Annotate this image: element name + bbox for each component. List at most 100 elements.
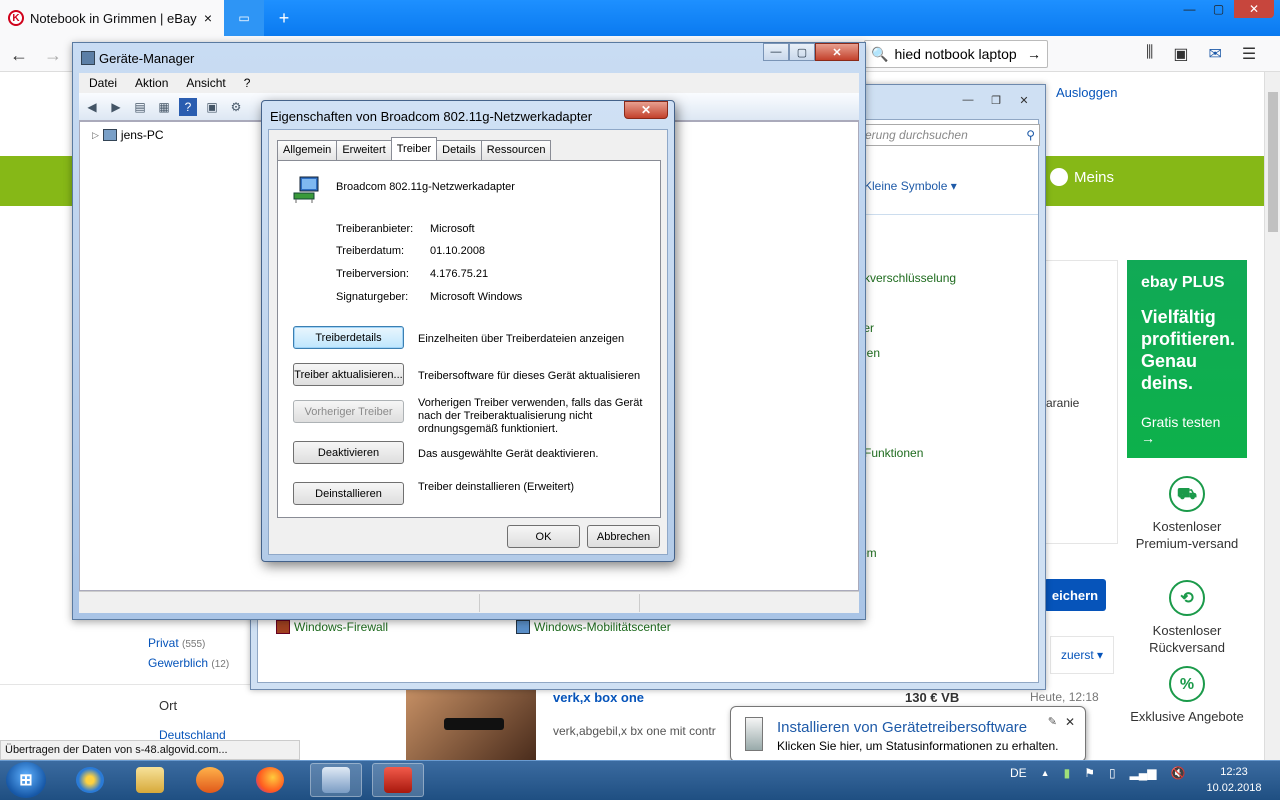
dialog-tabs: Allgemein Erweitert Treiber Details Ress…: [277, 137, 552, 160]
tab-details[interactable]: Details: [436, 140, 482, 160]
close-icon[interactable]: ✕: [815, 43, 859, 61]
language-indicator[interactable]: DE: [1010, 766, 1027, 780]
maximize-icon[interactable]: ▢: [789, 43, 815, 61]
device-manager-statusbar: [79, 591, 859, 613]
ebay-plus-cta[interactable]: Gratis testen →: [1141, 414, 1220, 446]
go-arrow-icon[interactable]: →: [1027, 46, 1041, 62]
tree-node-computer[interactable]: ▷ jens-PC: [92, 128, 164, 142]
listing-image[interactable]: [406, 690, 536, 760]
forward-icon[interactable]: ▶: [107, 98, 125, 116]
menu-help[interactable]: ?: [244, 76, 251, 90]
page-scrollbar[interactable]: [1264, 72, 1280, 760]
listing-date: Heute, 12:18: [1030, 690, 1099, 704]
taskbar-media-player[interactable]: [184, 763, 236, 797]
menu-aktion[interactable]: Aktion: [135, 76, 168, 90]
taskbar-toolbox[interactable]: [372, 763, 424, 797]
chevron-down-icon: ▾: [1097, 648, 1104, 662]
taskbar-explorer[interactable]: [124, 763, 176, 797]
disable-device-button[interactable]: Deaktivieren: [293, 441, 404, 464]
pin-icon[interactable]: ✎: [1048, 715, 1057, 728]
menu-icon[interactable]: ☰: [1242, 44, 1256, 64]
ok-button[interactable]: OK: [507, 525, 580, 548]
update-driver-icon[interactable]: ⚙: [227, 98, 245, 116]
taskbar-clock[interactable]: 12:23 10.02.2018: [1196, 764, 1272, 796]
back-arrow-icon[interactable]: ←: [6, 42, 32, 68]
taskbar-device-manager[interactable]: [310, 763, 362, 797]
menu-ansicht[interactable]: Ansicht: [186, 76, 225, 90]
minimize-icon[interactable]: —: [1176, 0, 1203, 18]
tab-ressourcen[interactable]: Ressourcen: [480, 140, 552, 160]
tab-treiber[interactable]: Treiber: [390, 137, 438, 160]
ebay-plus-banner[interactable]: ebay PLUS Vielfältig profitieren. Genau …: [1127, 260, 1247, 458]
cp-link-encryption[interactable]: rkverschlüsselung: [860, 271, 956, 285]
close-icon[interactable]: ✕: [1234, 0, 1274, 18]
driver-details-button[interactable]: Treiberdetails: [293, 326, 404, 349]
update-driver-desc: Treibersoftware für dieses Gerät aktuali…: [418, 370, 641, 382]
firewall-icon: [276, 620, 290, 634]
kinect-device: [444, 718, 504, 730]
library-icon[interactable]: ⫼: [1146, 44, 1153, 64]
device-manager-title: Geräte-Manager: [99, 51, 195, 66]
ebay-plus-logo: ebay PLUS: [1141, 274, 1225, 291]
search-input[interactable]: 🔍 hied notbook laptop →: [864, 40, 1048, 68]
cancel-button[interactable]: Abbrechen: [587, 525, 660, 548]
minimize-icon[interactable]: —: [955, 91, 981, 109]
power-icon[interactable]: ▯: [1109, 766, 1116, 780]
media-player-icon: [196, 767, 224, 793]
cp-link-functions[interactable]: Funktionen: [864, 446, 923, 460]
properties-icon[interactable]: ▦: [155, 98, 173, 116]
save-search-button[interactable]: eichern: [1044, 579, 1106, 611]
scrollbar-thumb[interactable]: [1268, 92, 1278, 232]
chevron-down-icon: ▾: [950, 179, 957, 193]
meins-link[interactable]: Meins: [1050, 168, 1114, 186]
driver-install-notification[interactable]: Installieren von Gerätetreibersoftware K…: [730, 706, 1086, 762]
status-divider: [639, 594, 640, 612]
close-icon[interactable]: ✕: [1011, 91, 1037, 109]
taskbar-firefox[interactable]: [244, 763, 296, 797]
sort-dropdown[interactable]: zuerst ▾: [1050, 636, 1114, 674]
start-button[interactable]: ⊞: [6, 762, 46, 798]
maximize-icon[interactable]: ▢: [1205, 0, 1232, 18]
network-signal-icon[interactable]: ▂▄▆: [1130, 766, 1157, 780]
device-install-icon: [745, 717, 763, 751]
minimize-icon[interactable]: —: [763, 43, 789, 61]
show-hidden-icons-icon[interactable]: ▲: [1041, 768, 1050, 778]
browser-tab-second[interactable]: ▭: [224, 0, 264, 36]
tab-close-icon[interactable]: ×: [200, 10, 216, 26]
help-icon[interactable]: ?: [179, 97, 197, 116]
device-install-tray-icon[interactable]: ▮: [1064, 766, 1071, 780]
menu-datei[interactable]: Datei: [89, 76, 117, 90]
filter-business[interactable]: Gewerblich (12): [148, 656, 229, 670]
back-icon[interactable]: ◀: [83, 98, 101, 116]
sidebar-icon[interactable]: ▣: [1173, 44, 1188, 64]
field-label-provider: Treiberanbieter:: [336, 223, 414, 235]
view-mode-dropdown[interactable]: Kleine Symbole ▾: [864, 179, 957, 193]
volume-muted-icon[interactable]: 🔇: [1171, 766, 1186, 780]
restore-icon[interactable]: ❐: [983, 91, 1009, 109]
uninstall-driver-button[interactable]: Deinstallieren: [293, 482, 404, 505]
new-tab-button[interactable]: +: [266, 0, 302, 36]
action-center-flag-icon[interactable]: ⚑: [1084, 766, 1095, 780]
filter-private[interactable]: Privat (555): [148, 636, 205, 650]
tab-erweitert[interactable]: Erweitert: [336, 140, 392, 160]
cp-item-firewall[interactable]: Windows-Firewall: [276, 620, 388, 634]
browser-tab-active[interactable]: K Notebook in Grimmen | eBay K ×: [0, 0, 224, 36]
cp-item-mobility-center[interactable]: Windows-Mobilitätscenter: [516, 620, 671, 634]
mail-icon[interactable]: ✉: [1209, 44, 1222, 64]
scan-hardware-icon[interactable]: ▣: [203, 98, 221, 116]
field-value-provider: Microsoft: [430, 223, 475, 235]
tab-allgemein[interactable]: Allgemein: [277, 140, 338, 160]
taskbar-internet-explorer[interactable]: [64, 763, 116, 797]
forward-arrow-icon[interactable]: →: [40, 42, 66, 68]
rollback-driver-button[interactable]: Vorheriger Treiber: [293, 400, 404, 423]
close-icon[interactable]: ✕: [1065, 715, 1075, 729]
show-hide-console-icon[interactable]: ▤: [131, 98, 149, 116]
update-driver-button[interactable]: Treiber aktualisieren...: [293, 363, 404, 386]
plus-icon: +: [278, 7, 290, 28]
control-panel-search-input[interactable]: erung durchsuchen ⚲: [860, 124, 1040, 146]
listing-title[interactable]: verk,x box one: [553, 690, 644, 705]
close-icon[interactable]: ✕: [624, 101, 668, 119]
expand-arrow-icon[interactable]: ▷: [92, 130, 99, 141]
logout-link[interactable]: Ausloggen: [1056, 85, 1117, 100]
folder-icon: [136, 767, 164, 793]
